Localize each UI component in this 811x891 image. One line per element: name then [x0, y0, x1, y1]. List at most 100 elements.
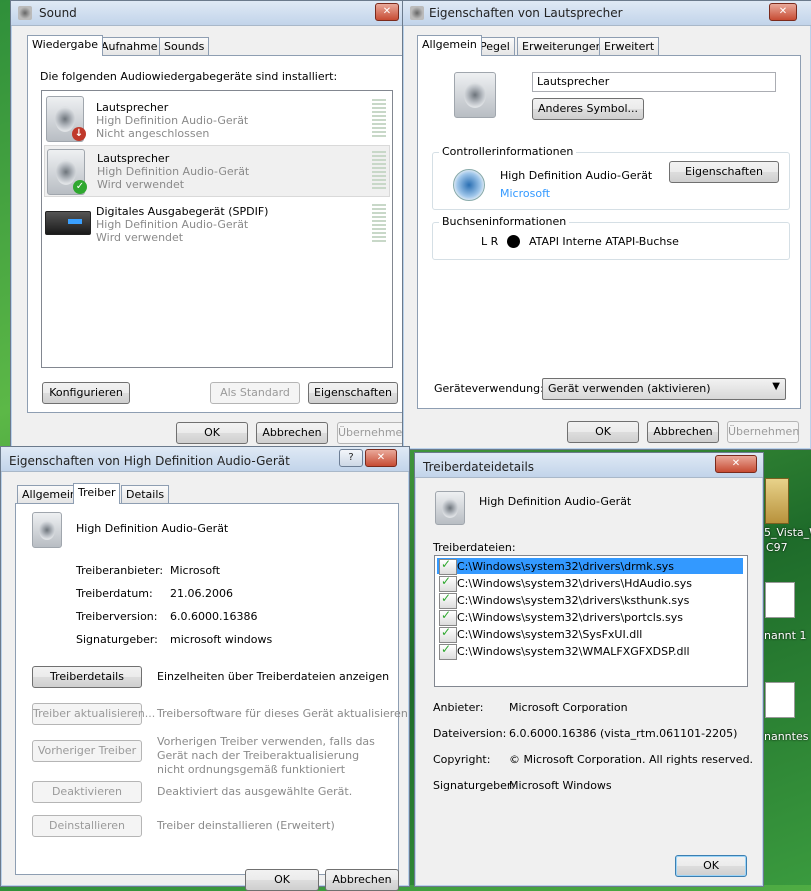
audio-device-icon [453, 169, 485, 201]
driver-details-button[interactable]: Treiberdetails [32, 666, 142, 688]
sound-tab-panel: Die folgenden Audiowiedergabegeräte sind… [27, 55, 403, 413]
apply-button[interactable]: Übernehmen [337, 422, 409, 444]
jack-info-group: Buchseninformationen L R ATAPI Interne A… [432, 215, 790, 260]
list-item[interactable]: ✓ C:\Windows\system32\drivers\HdAudio.sy… [437, 574, 743, 592]
ok-button[interactable]: OK [675, 855, 747, 877]
driver-version-value: 6.0.6000.16386 [170, 610, 258, 623]
device-name: High Definition Audio-Gerät [479, 495, 632, 508]
signed-file-icon: ✓ [439, 608, 457, 626]
device-status: Wird verwendet [96, 231, 184, 244]
speaker-tab-panel: Lautsprecher Anderes Symbol... Controlle… [417, 55, 801, 409]
desktop-document-icon[interactable] [765, 582, 795, 618]
usage-select[interactable]: Gerät verwenden (aktivieren) ▼ [542, 378, 786, 400]
digital-output-icon [45, 211, 91, 235]
driver-file-details-window: Treiberdateidetails ✕ High Definition Au… [414, 452, 764, 887]
window-title: Eigenschaften von Lautsprecher [429, 6, 623, 20]
window-title: Eigenschaften von High Definition Audio-… [9, 454, 290, 468]
tab-erweitert[interactable]: Erweitert [599, 37, 660, 55]
window-title: Sound [39, 6, 77, 20]
list-item[interactable]: ✓ C:\Windows\system32\drivers\portcls.sy… [437, 608, 743, 626]
close-button[interactable]: ✕ [769, 3, 797, 21]
signed-file-icon: ✓ [439, 574, 457, 592]
level-meter [372, 151, 386, 191]
cancel-button[interactable]: Abbrechen [647, 421, 719, 443]
driver-details-panel: High Definition Audio-Gerät Treiberdatei… [423, 481, 753, 841]
tab-aufnahme[interactable]: Aufnahme [96, 37, 163, 55]
speaker-properties-titlebar[interactable]: Eigenschaften von Lautsprecher ✕ [403, 1, 811, 26]
desktop-icon-folder[interactable] [765, 478, 789, 524]
list-item[interactable]: ✓ Lautsprecher High Definition Audio-Ger… [44, 145, 390, 197]
hdaudio-titlebar[interactable]: Eigenschaften von High Definition Audio-… [1, 447, 409, 472]
list-item[interactable]: Digitales Ausgabegerät (SPDIF) High Defi… [44, 199, 388, 249]
sound-window: Sound ✕ Wiedergabe Aufnahme Sounds Die f… [10, 0, 409, 450]
uninstall-driver-button[interactable]: Deinstallieren [32, 815, 142, 837]
controller-properties-button[interactable]: Eigenschaften [669, 161, 779, 183]
list-item[interactable]: ✓ C:\Windows\system32\drivers\ksthunk.sy… [437, 591, 743, 609]
file-version-label: Dateiversion: [433, 727, 507, 740]
tab-erweiterungen[interactable]: Erweiterungen [517, 37, 608, 55]
speaker-tabs: Allgemein Pegel Erweiterungen Erweitert [417, 35, 717, 56]
close-button[interactable]: ✕ [715, 455, 757, 473]
configure-button[interactable]: Konfigurieren [42, 382, 130, 404]
device-name: Lautsprecher [96, 101, 169, 114]
hdaudio-tab-panel: High Definition Audio-Gerät Treiberanbie… [15, 503, 408, 875]
uninstall-driver-desc: Treiber deinstallieren (Erweitert) [157, 819, 335, 832]
ok-button[interactable]: OK [567, 421, 639, 443]
level-meter [372, 99, 386, 139]
device-status: Nicht angeschlossen [96, 127, 210, 140]
device-list[interactable]: ↓ Lautsprecher High Definition Audio-Ger… [41, 90, 393, 368]
driver-file-list[interactable]: ✓ C:\Windows\system32\drivers\drmk.sys ✓… [434, 555, 748, 687]
sound-tabs: Wiedergabe Aufnahme Sounds [27, 35, 327, 56]
driver-provider-value: Microsoft [170, 564, 221, 577]
rollback-driver-button[interactable]: Vorheriger Treiber [32, 740, 142, 762]
driver-details-titlebar[interactable]: Treiberdateidetails ✕ [415, 453, 763, 478]
device-name-field[interactable]: Lautsprecher [532, 72, 776, 92]
level-meter [372, 204, 386, 244]
controller-vendor-link[interactable]: Microsoft [500, 187, 550, 200]
file-path: C:\Windows\system32\drivers\drmk.sys [457, 560, 675, 573]
hdaudio-properties-window: Eigenschaften von High Definition Audio-… [0, 446, 410, 891]
group-title: Buchseninformationen [439, 215, 570, 228]
tab-allgemein[interactable]: Allgemein [417, 35, 482, 56]
desktop-document-icon[interactable] [765, 682, 795, 718]
speaker-icon [18, 6, 32, 20]
cancel-button[interactable]: Abbrechen [325, 869, 399, 891]
disable-device-desc: Deaktiviert das ausgewählte Gerät. [157, 785, 353, 798]
tab-sounds[interactable]: Sounds [159, 37, 210, 55]
list-item[interactable]: ↓ Lautsprecher High Definition Audio-Ger… [44, 93, 388, 143]
hdaudio-tabs: Allgemein Treiber Details [17, 483, 217, 504]
tab-details[interactable]: Details [121, 485, 170, 503]
list-item[interactable]: ✓ C:\Windows\system32\WMALFXGFXDSP.dll [437, 642, 743, 660]
ok-button[interactable]: OK [245, 869, 319, 891]
close-button[interactable]: ✕ [365, 449, 397, 467]
cancel-button[interactable]: Abbrechen [256, 422, 328, 444]
disable-device-button[interactable]: Deaktivieren [32, 781, 142, 803]
desktop-icon-label: nanntes 1 [764, 730, 811, 743]
sound-titlebar[interactable]: Sound ✕ [11, 1, 403, 26]
file-path: C:\Windows\system32\drivers\portcls.sys [457, 611, 684, 624]
copyright-value: © Microsoft Corporation. All rights rese… [509, 753, 754, 766]
properties-button[interactable]: Eigenschaften [308, 382, 398, 404]
ok-button[interactable]: OK [176, 422, 248, 444]
driver-provider-label: Treiberanbieter: [76, 564, 164, 577]
help-button[interactable]: ? [339, 449, 363, 467]
list-item[interactable]: ✓ C:\Windows\system32\drivers\drmk.sys [437, 557, 743, 575]
speaker-properties-window: Eigenschaften von Lautsprecher ✕ Allgeme… [402, 0, 811, 450]
provider-label: Anbieter: [433, 701, 484, 714]
set-default-button[interactable]: Als Standard [210, 382, 300, 404]
signer-label: Signaturgeber: [433, 779, 515, 792]
device-name: High Definition Audio-Gerät [76, 522, 229, 535]
apply-button[interactable]: Übernehmen [727, 421, 799, 443]
change-icon-button[interactable]: Anderes Symbol... [532, 98, 644, 120]
file-path: C:\Windows\system32\SysFxUI.dll [457, 628, 643, 641]
close-button[interactable]: ✕ [375, 3, 399, 21]
tab-wiedergabe[interactable]: Wiedergabe [27, 35, 104, 56]
update-driver-button[interactable]: Treiber aktualisieren... [32, 703, 155, 725]
down-arrow-icon: ↓ [72, 127, 86, 141]
speaker-large-icon [435, 491, 465, 525]
list-item[interactable]: ✓ C:\Windows\system32\SysFxUI.dll [437, 625, 743, 643]
driver-files-label: Treiberdateien: [433, 541, 516, 554]
tab-treiber[interactable]: Treiber [73, 483, 121, 504]
update-driver-desc: Treibersoftware für dieses Gerät aktuali… [157, 707, 408, 720]
driver-date-value: 21.06.2006 [170, 587, 233, 600]
